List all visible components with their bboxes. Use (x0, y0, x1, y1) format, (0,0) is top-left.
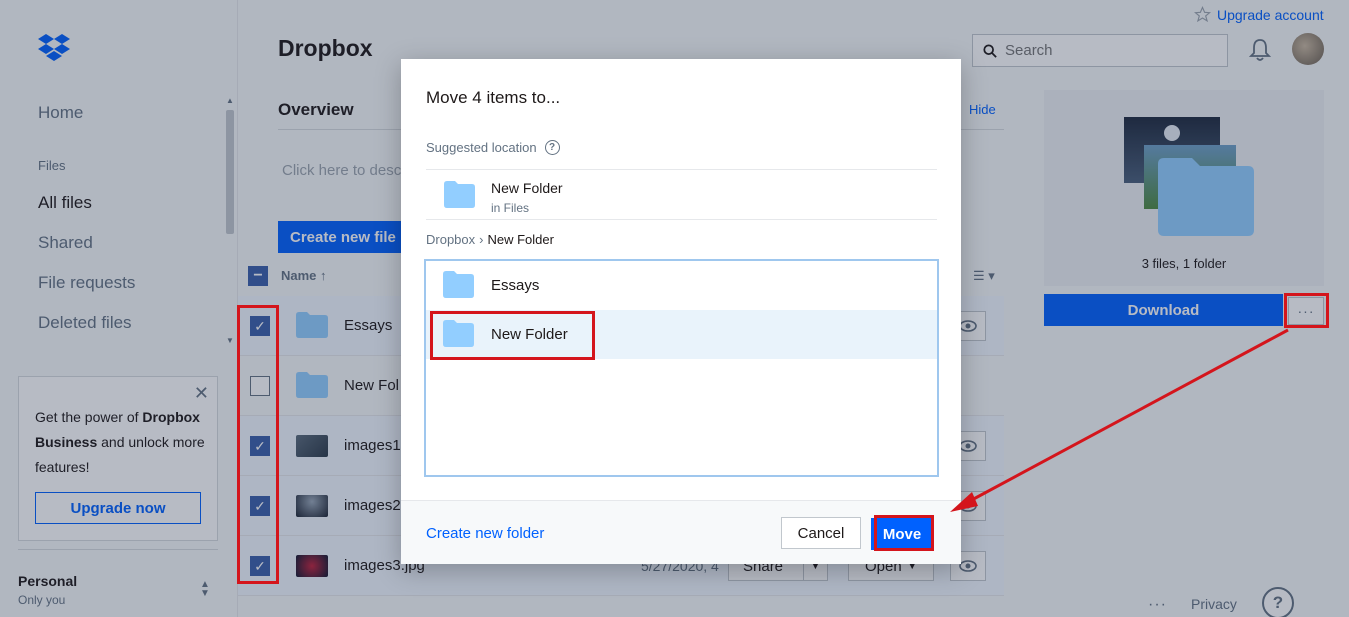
dialog-footer: Create new folder Cancel Move (401, 500, 961, 564)
chevron-right-icon: › (479, 232, 484, 247)
folder-icon (443, 320, 474, 347)
move-dialog: Move 4 items to... Suggested location ? … (401, 59, 961, 564)
folder-option-label: Essays (491, 277, 540, 294)
breadcrumb-current: New Folder (487, 232, 554, 247)
breadcrumb-root[interactable]: Dropbox (426, 232, 475, 247)
folder-icon (443, 271, 474, 298)
divider (426, 169, 937, 170)
folder-icon (444, 181, 475, 208)
divider (426, 219, 937, 220)
suggested-folder-name[interactable]: New Folder (491, 180, 563, 196)
move-button[interactable]: Move (871, 518, 933, 550)
folder-option-new-folder[interactable]: New Folder (426, 310, 937, 359)
create-new-folder-link[interactable]: Create new folder (426, 525, 544, 542)
dialog-title: Move 4 items to... (426, 88, 561, 107)
breadcrumb: Dropbox › New Folder (426, 232, 554, 247)
suggested-folder-path: in Files (491, 201, 530, 215)
help-question-icon[interactable]: ? (544, 140, 560, 155)
folder-option-essays[interactable]: Essays (426, 261, 937, 310)
cancel-button[interactable]: Cancel (781, 517, 861, 549)
folder-option-label: New Folder (491, 326, 568, 343)
suggested-location-label: Suggested location ? (426, 140, 560, 155)
folder-picker: Essays New Folder (424, 259, 939, 477)
